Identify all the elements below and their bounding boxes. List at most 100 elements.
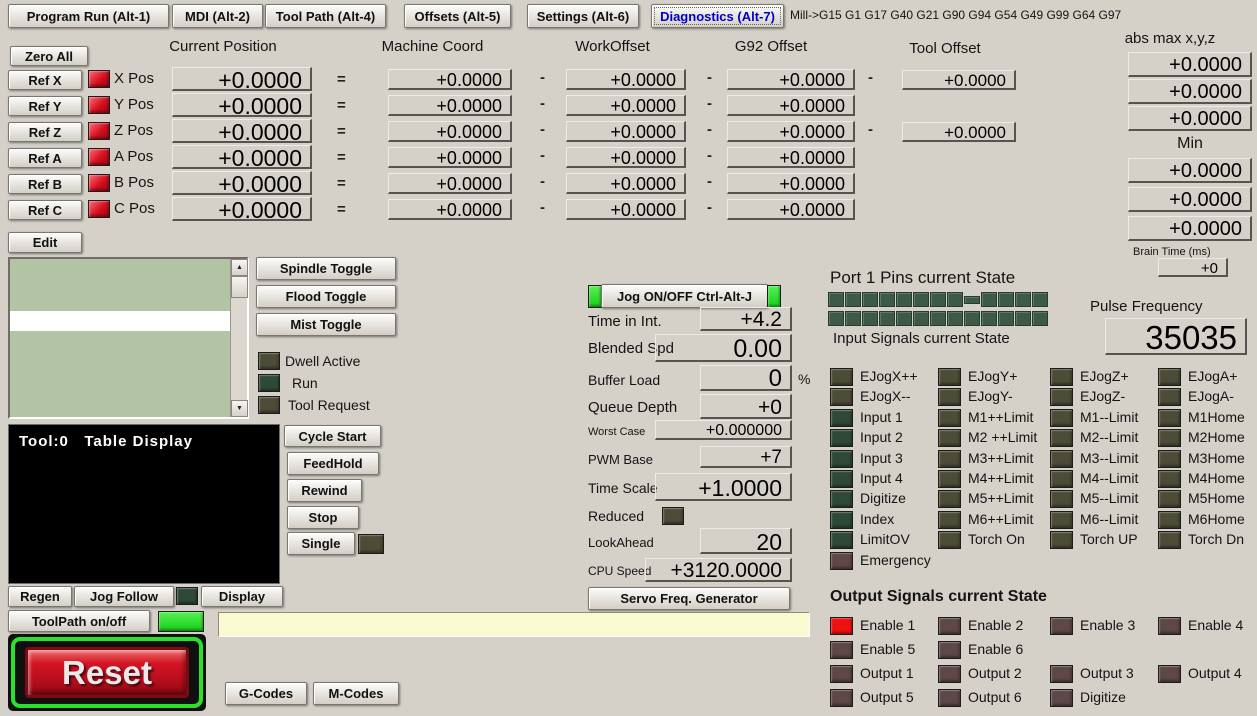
x-current-dro[interactable]: +0.0000 [172, 67, 312, 92]
servo-freq-generator-button[interactable]: Servo Freq. Generator [588, 587, 790, 610]
b-current-dro[interactable]: +0.0000 [172, 171, 312, 196]
abs-max-dro-0: +0.0000 [1128, 52, 1252, 77]
port1-pin [1015, 311, 1031, 326]
tab-tool-path[interactable]: Tool Path (Alt-4) [265, 4, 386, 28]
toolpath-onoff-button[interactable]: ToolPath on/off [8, 610, 150, 632]
jog-onoff-button[interactable]: Jog ON/OFF Ctrl-Alt-J [601, 284, 768, 308]
z-g92-dro[interactable]: +0.0000 [727, 121, 855, 142]
ref-c-button[interactable]: Ref C [8, 200, 82, 220]
limitov-label: LimitOV [860, 531, 910, 547]
active-gcode-modes: Mill->G15 G1 G17 G40 G21 G90 G94 G54 G49… [790, 8, 1122, 22]
x-g92-dro[interactable]: +0.0000 [727, 69, 855, 90]
output-5-led [830, 689, 853, 707]
y-g92-dro[interactable]: +0.0000 [727, 95, 855, 116]
buffer-load-dro: 0 [700, 365, 792, 392]
ref-y-button[interactable]: Ref Y [8, 96, 82, 116]
b-g92-dro[interactable]: +0.0000 [727, 173, 855, 194]
feedhold-button[interactable]: FeedHold [287, 452, 379, 475]
z-pos-label: Z Pos [114, 122, 154, 139]
worst-case-dro: +0.000000 [655, 420, 792, 440]
command-input[interactable] [218, 612, 810, 637]
program-listbox[interactable]: ▲ ▼ [8, 257, 249, 419]
single-button[interactable]: Single [287, 532, 355, 555]
zero-all-button[interactable]: Zero All [10, 46, 88, 66]
tab-mdi[interactable]: MDI (Alt-2) [172, 4, 263, 28]
m3-limit-label: M3++Limit [968, 450, 1034, 466]
scroll-down-icon[interactable]: ▼ [231, 400, 248, 417]
y-workoffset-dro[interactable]: +0.0000 [566, 95, 686, 116]
z-current-dro[interactable]: +0.0000 [172, 119, 312, 144]
c-g92-dro[interactable]: +0.0000 [727, 199, 855, 220]
toolpath-display[interactable]: Tool:0 Table Display [8, 424, 280, 584]
listbox-scrollbar[interactable]: ▲ ▼ [230, 259, 248, 417]
output-1-led [830, 665, 853, 683]
z-tooloffset-dro[interactable]: +0.0000 [902, 122, 1016, 142]
scroll-up-icon[interactable]: ▲ [231, 259, 248, 276]
x-machine-dro[interactable]: +0.0000 [388, 69, 512, 90]
m5home-led [1158, 490, 1181, 508]
cycle-start-button[interactable]: Cycle Start [284, 425, 381, 447]
abs-max-dro-1: +0.0000 [1128, 79, 1252, 104]
input-2-label: Input 2 [860, 429, 903, 445]
c-current-dro[interactable]: +0.0000 [172, 197, 312, 222]
m6-limit-led [1050, 511, 1073, 529]
port1-pin [1032, 292, 1048, 307]
ejogz-led [1050, 368, 1073, 386]
cpu-speed-label: CPU Speed [588, 564, 652, 578]
g-codes-button[interactable]: G-Codes [225, 682, 307, 705]
stop-button[interactable]: Stop [287, 506, 359, 529]
port1-pin [930, 311, 946, 326]
ref-x-button[interactable]: Ref X [8, 70, 82, 90]
y-current-dro[interactable]: +0.0000 [172, 93, 312, 118]
tab-offsets[interactable]: Offsets (Alt-5) [404, 4, 511, 28]
b-machine-dro[interactable]: +0.0000 [388, 173, 512, 194]
rewind-button[interactable]: Rewind [287, 479, 362, 502]
ref-z-button[interactable]: Ref Z [8, 122, 82, 142]
port1-pin [1015, 292, 1031, 307]
input-4-label: Input 4 [860, 470, 903, 486]
ref-b-button[interactable]: Ref B [8, 174, 82, 194]
lookahead-dro: 20 [700, 528, 792, 555]
a-current-dro[interactable]: +0.0000 [172, 145, 312, 170]
z-workoffset-dro[interactable]: +0.0000 [566, 121, 686, 142]
flood-toggle-button[interactable]: Flood Toggle [256, 285, 396, 308]
dwell-active-led [258, 352, 280, 370]
spindle-toggle-button[interactable]: Spindle Toggle [256, 257, 396, 280]
a-machine-dro[interactable]: +0.0000 [388, 147, 512, 168]
reset-button[interactable]: Reset [8, 634, 206, 711]
display-button[interactable]: Display [201, 586, 283, 607]
x-workoffset-dro[interactable]: +0.0000 [566, 69, 686, 90]
m4home-label: M4Home [1188, 470, 1245, 486]
input-4-led [830, 470, 853, 488]
ejogx-label: EJogX-- [860, 388, 911, 404]
regen-button[interactable]: Regen [8, 586, 72, 607]
b-workoffset-dro[interactable]: +0.0000 [566, 173, 686, 194]
brain-time-label: Brain Time (ms) [1133, 246, 1211, 258]
z-machine-dro[interactable]: +0.0000 [388, 121, 512, 142]
enable-1-led [830, 617, 853, 635]
c-machine-dro[interactable]: +0.0000 [388, 199, 512, 220]
min-header: Min [1177, 135, 1203, 152]
port1-pin [947, 292, 963, 307]
m6home-led [1158, 511, 1181, 529]
ref-y-led [88, 96, 110, 114]
port1-pin [913, 292, 929, 307]
tab-settings[interactable]: Settings (Alt-6) [527, 4, 639, 28]
c-workoffset-dro[interactable]: +0.0000 [566, 199, 686, 220]
m-codes-button[interactable]: M-Codes [313, 682, 399, 705]
ref-a-button[interactable]: Ref A [8, 148, 82, 168]
x-tooloffset-dro[interactable]: +0.0000 [902, 70, 1016, 90]
a-workoffset-dro[interactable]: +0.0000 [566, 147, 686, 168]
a-g92-dro[interactable]: +0.0000 [727, 147, 855, 168]
tab-diagnostics[interactable]: Diagnostics (Alt-7) [651, 4, 784, 28]
reset-button-face[interactable]: Reset [25, 647, 189, 698]
scrollbar-thumb[interactable] [231, 276, 248, 298]
program-listbox-selected-row[interactable] [10, 311, 231, 331]
jog-follow-button[interactable]: Jog Follow [74, 586, 174, 607]
mist-toggle-button[interactable]: Mist Toggle [256, 313, 396, 336]
output-signals-heading: Output Signals current State [830, 588, 1047, 605]
edit-button[interactable]: Edit [8, 232, 82, 253]
y-machine-dro[interactable]: +0.0000 [388, 95, 512, 116]
tab-program-run[interactable]: Program Run (Alt-1) [8, 4, 169, 28]
port1-pin [828, 292, 844, 307]
